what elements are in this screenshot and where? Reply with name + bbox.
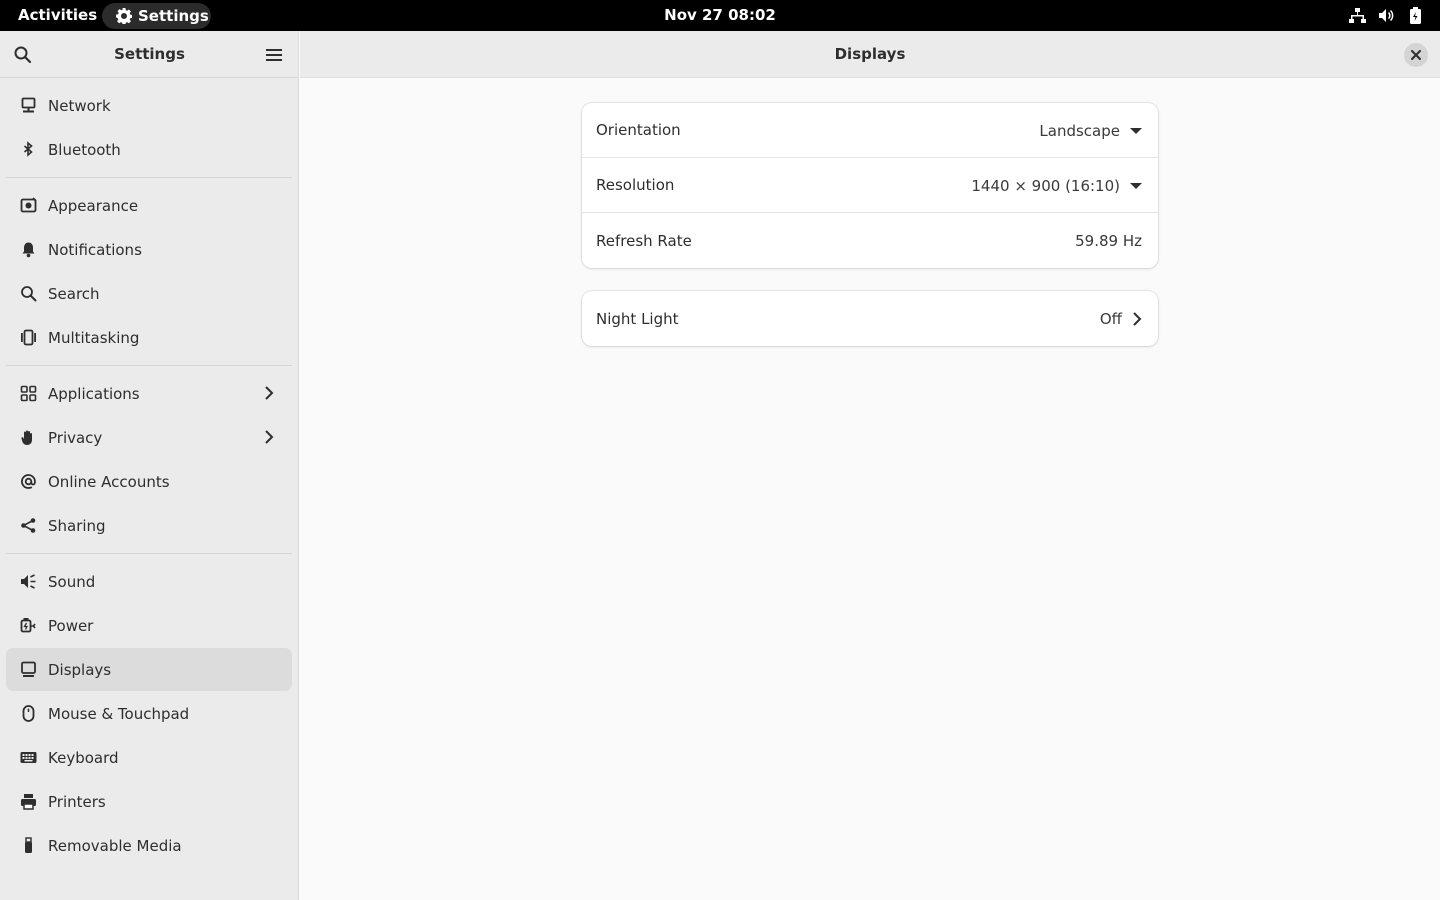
sidebar-group: Applications Privacy Online Accounts Sha…	[6, 366, 292, 554]
sidebar-item-label: Privacy	[48, 428, 103, 447]
page-title: Displays	[834, 45, 906, 63]
sidebar-item-label: Printers	[48, 792, 106, 811]
orientation-label: Orientation	[596, 121, 681, 139]
sidebar-item-keyboard[interactable]: Keyboard	[6, 736, 292, 779]
activities-button[interactable]: Activities	[18, 6, 97, 24]
speaker-icon	[20, 573, 37, 590]
refresh-rate-row[interactable]: Refresh Rate 59.89 Hz	[582, 213, 1158, 268]
main-header: Displays	[300, 31, 1440, 78]
orientation-dropdown[interactable]: Landscape	[1039, 103, 1142, 158]
battery-icon[interactable]	[1407, 7, 1424, 24]
sidebar-item-displays[interactable]: Displays	[6, 648, 292, 691]
sidebar-item-label: Power	[48, 616, 94, 635]
app-menu-label: Settings	[138, 7, 209, 25]
app-menu-button[interactable]: Settings	[102, 3, 211, 29]
appearance-icon	[20, 197, 37, 214]
night-light-card: Night Light Off	[582, 291, 1158, 346]
resolution-value: 1440 × 900 (16:10)	[971, 176, 1120, 195]
gear-icon	[116, 8, 132, 24]
sidebar-item-privacy[interactable]: Privacy	[6, 416, 292, 459]
sidebar-item-appearance[interactable]: Appearance	[6, 184, 292, 227]
sidebar-item-power[interactable]: Power	[6, 604, 292, 647]
dropdown-arrow-icon	[1130, 182, 1142, 190]
hamburger-menu-icon[interactable]	[264, 45, 284, 65]
top-bar: Activities Settings Nov 27 08:02	[0, 0, 1440, 31]
display-icon	[20, 661, 37, 678]
sidebar-item-label: Appearance	[48, 196, 139, 215]
bell-icon	[20, 241, 37, 258]
sidebar-item-label: Displays	[48, 660, 112, 679]
orientation-value: Landscape	[1039, 121, 1120, 140]
chevron-right-icon	[262, 386, 276, 400]
resolution-dropdown[interactable]: 1440 × 900 (16:10)	[971, 158, 1142, 213]
close-button[interactable]	[1404, 43, 1428, 67]
sidebar-item-label: Sharing	[48, 516, 106, 535]
mouse-icon	[20, 705, 37, 722]
night-light-value: Off	[1099, 309, 1122, 328]
main-panel: Displays Orientation Landscape Resolutio…	[300, 31, 1440, 900]
printer-icon	[20, 793, 37, 810]
sidebar-item-notifications[interactable]: Notifications	[6, 228, 292, 271]
sidebar-item-sharing[interactable]: Sharing	[6, 504, 292, 547]
resolution-label: Resolution	[596, 176, 675, 194]
sidebar-item-label: Multitasking	[48, 328, 140, 347]
sidebar-item-label: Network	[48, 96, 111, 115]
night-light-label: Night Light	[596, 309, 679, 328]
bluetooth-icon	[20, 141, 37, 158]
sidebar-item-bluetooth[interactable]: Bluetooth	[6, 128, 292, 171]
chevron-right-icon	[262, 430, 276, 444]
sidebar-item-applications[interactable]: Applications	[6, 372, 292, 415]
search-icon[interactable]	[13, 45, 33, 65]
sidebar-item-label: Keyboard	[48, 748, 119, 767]
network-icon	[20, 97, 37, 114]
sidebar-item-label: Removable Media	[48, 836, 182, 855]
refresh-rate-label: Refresh Rate	[596, 231, 692, 250]
keyboard-icon	[20, 749, 37, 766]
sidebar-title: Settings	[114, 45, 185, 63]
sidebar-item-label: Mouse & Touchpad	[48, 704, 190, 723]
network-wired-icon[interactable]	[1349, 7, 1366, 24]
apps-grid-icon	[20, 385, 37, 402]
sidebar-header: Settings	[0, 31, 298, 78]
usb-stick-icon	[20, 837, 37, 854]
display-settings-card: Orientation Landscape Resolution 1440 × …	[582, 103, 1158, 268]
sidebar-item-label: Bluetooth	[48, 140, 121, 159]
sidebar-item-printers[interactable]: Printers	[6, 780, 292, 823]
sidebar-list: Network Bluetooth Appearance Notificatio…	[0, 78, 298, 873]
share-icon	[20, 517, 37, 534]
sidebar-item-multitasking[interactable]: Multitasking	[6, 316, 292, 359]
multitasking-icon	[20, 329, 37, 346]
search-icon	[20, 285, 37, 302]
sidebar-item-label: Applications	[48, 384, 140, 403]
sidebar-item-label: Sound	[48, 572, 96, 591]
sidebar-item-label: Search	[48, 284, 100, 303]
system-tray[interactable]	[1349, 7, 1424, 24]
hand-icon	[20, 429, 37, 446]
sidebar-item-sound[interactable]: Sound	[6, 560, 292, 603]
sidebar-item-online-accounts[interactable]: Online Accounts	[6, 460, 292, 503]
resolution-row[interactable]: Resolution 1440 × 900 (16:10)	[582, 158, 1158, 213]
night-light-status: Off	[1100, 291, 1142, 346]
sidebar-group: Sound Power Displays Mouse & Touchpad Ke…	[6, 554, 292, 873]
sidebar-item-label: Online Accounts	[48, 472, 170, 491]
sidebar-item-removable-media[interactable]: Removable Media	[6, 824, 292, 867]
sidebar-item-search[interactable]: Search	[6, 272, 292, 315]
close-icon	[1411, 50, 1421, 60]
chevron-right-icon	[1132, 311, 1142, 326]
volume-icon[interactable]	[1378, 7, 1395, 24]
sidebar: Settings Network Bluetooth Appearance No…	[0, 31, 299, 900]
sidebar-group: Network Bluetooth	[6, 78, 292, 178]
sidebar-item-network[interactable]: Network	[6, 84, 292, 127]
power-plug-icon	[20, 617, 37, 634]
sidebar-item-mouse-touchpad[interactable]: Mouse & Touchpad	[6, 692, 292, 735]
clock-button[interactable]: Nov 27 08:02	[664, 6, 776, 24]
sidebar-item-label: Notifications	[48, 240, 142, 259]
night-light-row[interactable]: Night Light Off	[582, 291, 1158, 346]
dropdown-arrow-icon	[1130, 127, 1142, 135]
sidebar-group: Appearance Notifications Search Multitas…	[6, 178, 292, 366]
refresh-rate-value: 59.89 Hz	[1075, 231, 1142, 250]
at-sign-icon	[20, 473, 37, 490]
orientation-row[interactable]: Orientation Landscape	[582, 103, 1158, 158]
